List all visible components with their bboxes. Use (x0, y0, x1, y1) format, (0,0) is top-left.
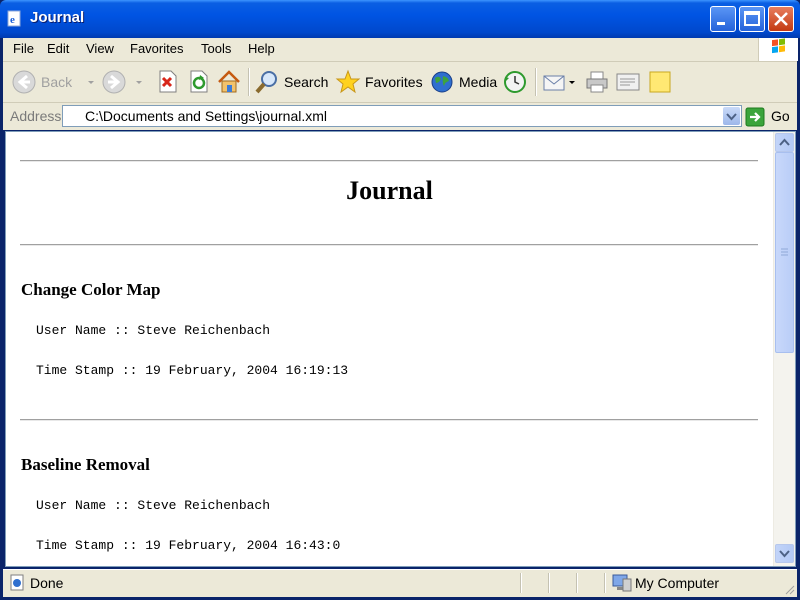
divider (20, 160, 758, 162)
status-bar: Done My Computer (3, 569, 797, 597)
back-button[interactable]: Back (11, 69, 95, 95)
note-icon (649, 71, 671, 93)
address-input[interactable]: C:\Documents and Settings\journal.xml (62, 105, 742, 127)
entry-title: Change Color Map (21, 280, 161, 299)
menu-bar: File Edit View Favorites Tools Help (3, 38, 797, 62)
chevron-down-icon (779, 550, 790, 558)
media-button[interactable]: Media (429, 69, 498, 95)
address-bar: Address C:\Documents and Settings\journa… (3, 103, 797, 130)
forward-button[interactable] (101, 69, 147, 95)
address-value: C:\Documents and Settings\journal.xml (85, 108, 327, 124)
vertical-scrollbar[interactable] (773, 132, 795, 566)
close-icon (774, 12, 788, 26)
printer-icon (586, 71, 608, 93)
edit-icon (616, 73, 640, 91)
minimize-button[interactable] (710, 6, 736, 32)
history-icon (504, 71, 526, 93)
page-title: Journal (346, 176, 433, 205)
entry-title: Baseline Removal (21, 455, 150, 474)
scroll-thumb[interactable] (775, 152, 794, 353)
status-text: Done (30, 575, 64, 591)
window-title: Journal (30, 9, 85, 26)
page-content: Journal Change Color Map User Name :: St… (6, 132, 773, 566)
entry-user: User Name :: Steve Reichenbach (36, 498, 271, 513)
windows-logo-icon (758, 38, 798, 61)
search-button[interactable]: Search (254, 69, 330, 95)
browser-window: e Journal File Edit View Favorites Tools… (0, 0, 800, 600)
address-label: Address (10, 108, 62, 124)
edit-button[interactable] (615, 69, 641, 95)
stop-button[interactable] (155, 69, 179, 95)
back-dropdown-icon (88, 81, 94, 84)
back-arrow-icon (12, 70, 36, 94)
minimize-icon (717, 22, 725, 25)
forward-dropdown-icon (136, 81, 142, 84)
title-bar[interactable]: e Journal (0, 0, 800, 38)
entry-timestamp: Time Stamp :: 19 February, 2004 16:19:13 (36, 363, 349, 378)
close-button[interactable] (768, 6, 794, 32)
menu-help[interactable]: Help (248, 41, 275, 56)
page-status-icon (10, 574, 24, 591)
status-divider (520, 573, 522, 593)
home-icon (218, 70, 240, 93)
search-label: Search (284, 74, 329, 90)
menu-favorites[interactable]: Favorites (130, 41, 183, 56)
divider (20, 419, 758, 421)
computer-icon (612, 574, 632, 592)
back-label: Back (41, 74, 73, 90)
status-divider (548, 573, 550, 593)
menu-file[interactable]: File (13, 41, 34, 56)
stop-icon (159, 70, 177, 93)
entry-user: User Name :: Steve Reichenbach (36, 323, 271, 338)
go-arrow-icon (745, 107, 765, 127)
resize-grip-icon[interactable] (783, 583, 795, 595)
grip-lines-icon (781, 248, 788, 256)
history-button[interactable] (502, 69, 528, 95)
scroll-up-button[interactable] (775, 133, 794, 152)
refresh-button[interactable] (186, 69, 210, 95)
mail-button[interactable] (541, 69, 577, 95)
maximize-button[interactable] (739, 6, 765, 32)
scroll-down-button[interactable] (775, 544, 794, 563)
svg-text:e: e (10, 14, 15, 26)
mail-dropdown-icon (569, 81, 575, 84)
favorites-label: Favorites (365, 74, 423, 90)
content-frame: Journal Change Color Map User Name :: St… (5, 131, 796, 567)
toolbar-separator (248, 68, 250, 96)
go-label: Go (771, 108, 790, 124)
search-magnifier-icon (255, 71, 277, 94)
ie-page-icon: e (7, 10, 21, 27)
refresh-icon (190, 70, 208, 93)
maximize-icon (744, 11, 760, 26)
standard-toolbar: Back Search Favorites Media (3, 62, 797, 103)
toolbar-separator (535, 68, 537, 96)
forward-arrow-icon (102, 70, 126, 94)
status-divider (604, 573, 606, 593)
entry-timestamp: Time Stamp :: 19 February, 2004 16:43:0 (36, 538, 341, 553)
discuss-button[interactable] (648, 69, 672, 95)
favorites-button[interactable]: Favorites (335, 69, 425, 95)
security-zone: My Computer (635, 575, 720, 591)
go-button[interactable]: Go (745, 106, 795, 128)
mail-icon (543, 75, 565, 91)
star-icon (335, 69, 361, 94)
divider (20, 244, 758, 246)
globe-icon (431, 71, 453, 93)
media-label: Media (459, 74, 498, 90)
xml-page-icon (69, 109, 81, 123)
menu-edit[interactable]: Edit (47, 41, 69, 56)
home-button[interactable] (216, 69, 242, 95)
print-button[interactable] (584, 69, 610, 95)
menu-tools[interactable]: Tools (201, 41, 231, 56)
status-divider (576, 573, 578, 593)
menu-view[interactable]: View (86, 41, 114, 56)
address-dropdown-button[interactable] (723, 107, 740, 125)
chevron-up-icon (779, 138, 790, 146)
chevron-down-icon (726, 113, 737, 121)
